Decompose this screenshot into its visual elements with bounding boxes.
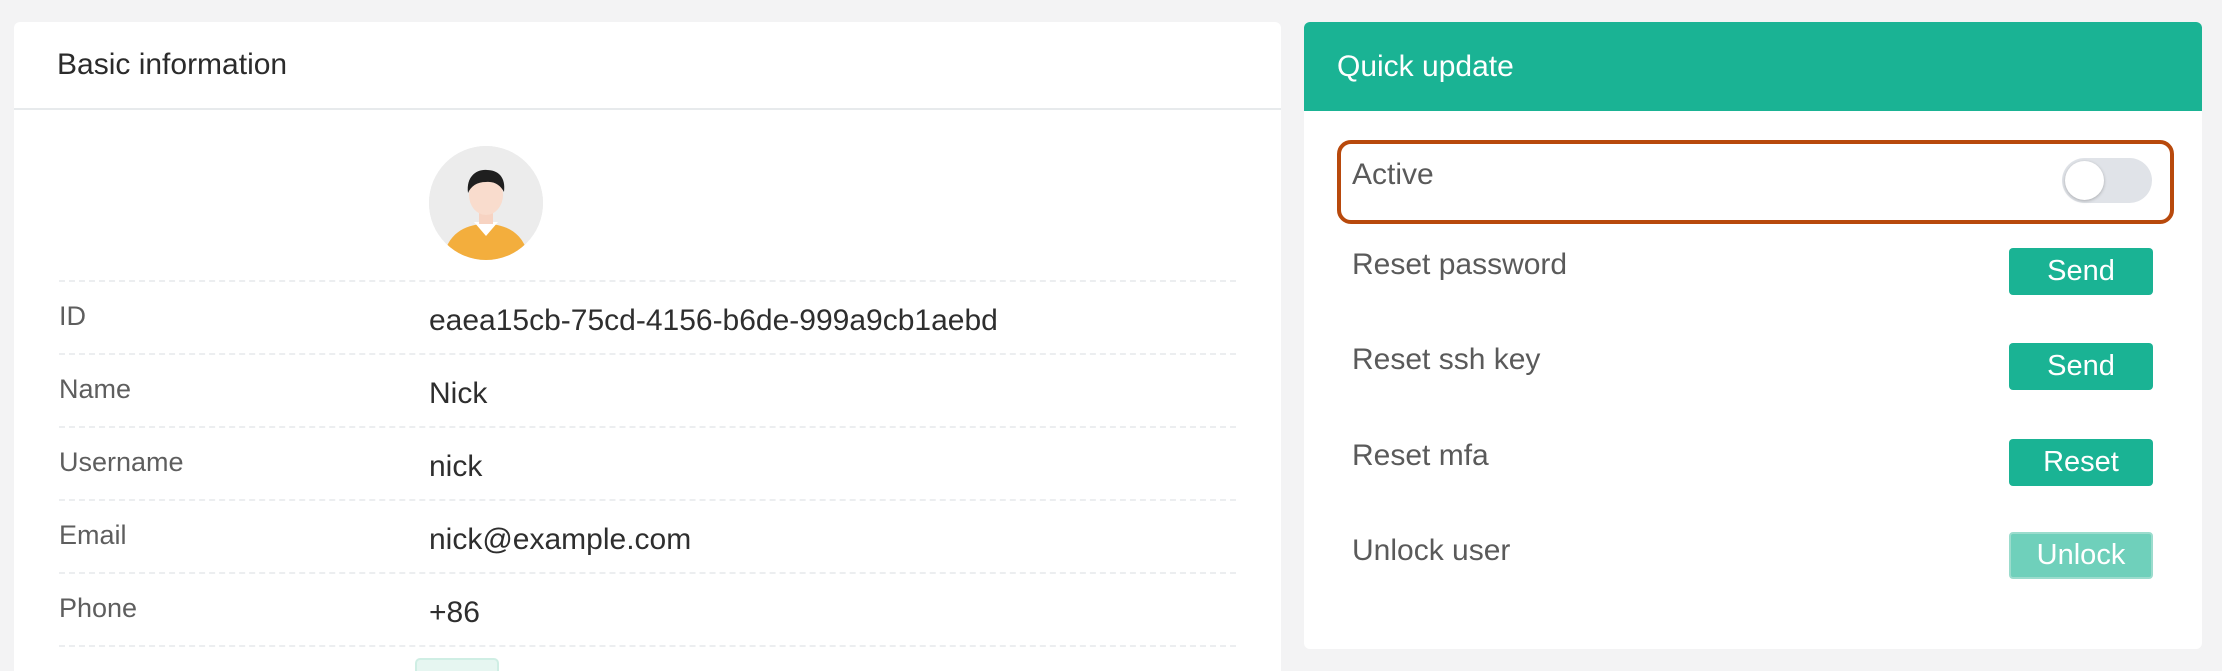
reset-mfa-button[interactable]: Reset (2009, 439, 2153, 486)
username-value: nick (429, 450, 483, 483)
name-label: Name (59, 374, 132, 404)
name-value: Nick (429, 377, 488, 410)
phone-label: Phone (59, 593, 138, 623)
reset-ssh-key-label: Reset ssh key (1352, 343, 1541, 376)
reset-password-label: Reset password (1352, 248, 1568, 281)
reset-password-send-button[interactable]: Send (2009, 248, 2153, 295)
id-label: ID (59, 301, 86, 331)
email-value: nick@example.com (429, 523, 692, 556)
active-toggle[interactable] (2062, 158, 2152, 203)
basic-information-card: Basic information ID eaea15cb-75cd-4156-… (14, 22, 1281, 671)
active-row-highlight (1337, 140, 2174, 224)
reset-ssh-key-send-button[interactable]: Send (2009, 343, 2153, 390)
info-row-name: Name Nick (59, 355, 1236, 428)
unlock-user-label: Unlock user (1352, 534, 1511, 567)
partially-visible-badge (415, 658, 499, 671)
toggle-knob (2065, 161, 2104, 200)
active-label: Active (1352, 158, 1434, 191)
basic-information-title: Basic information (14, 22, 1281, 110)
email-label: Email (59, 520, 127, 550)
info-row-email: Email nick@example.com (59, 501, 1236, 574)
user-avatar-icon (429, 146, 543, 260)
info-row-phone: Phone +86 (59, 574, 1236, 647)
avatar (429, 146, 543, 260)
quick-update-title: Quick update (1304, 22, 2202, 111)
quick-update-card: Quick update Active Reset password Send … (1304, 22, 2202, 649)
reset-mfa-label: Reset mfa (1352, 439, 1489, 472)
info-row-id: ID eaea15cb-75cd-4156-b6de-999a9cb1aebd (59, 282, 1236, 355)
info-row-username: Username nick (59, 428, 1236, 501)
id-value: eaea15cb-75cd-4156-b6de-999a9cb1aebd (429, 304, 998, 337)
avatar-row (59, 110, 1236, 282)
username-label: Username (59, 447, 184, 477)
unlock-user-button[interactable]: Unlock (2009, 532, 2153, 579)
phone-value: +86 (429, 596, 480, 629)
